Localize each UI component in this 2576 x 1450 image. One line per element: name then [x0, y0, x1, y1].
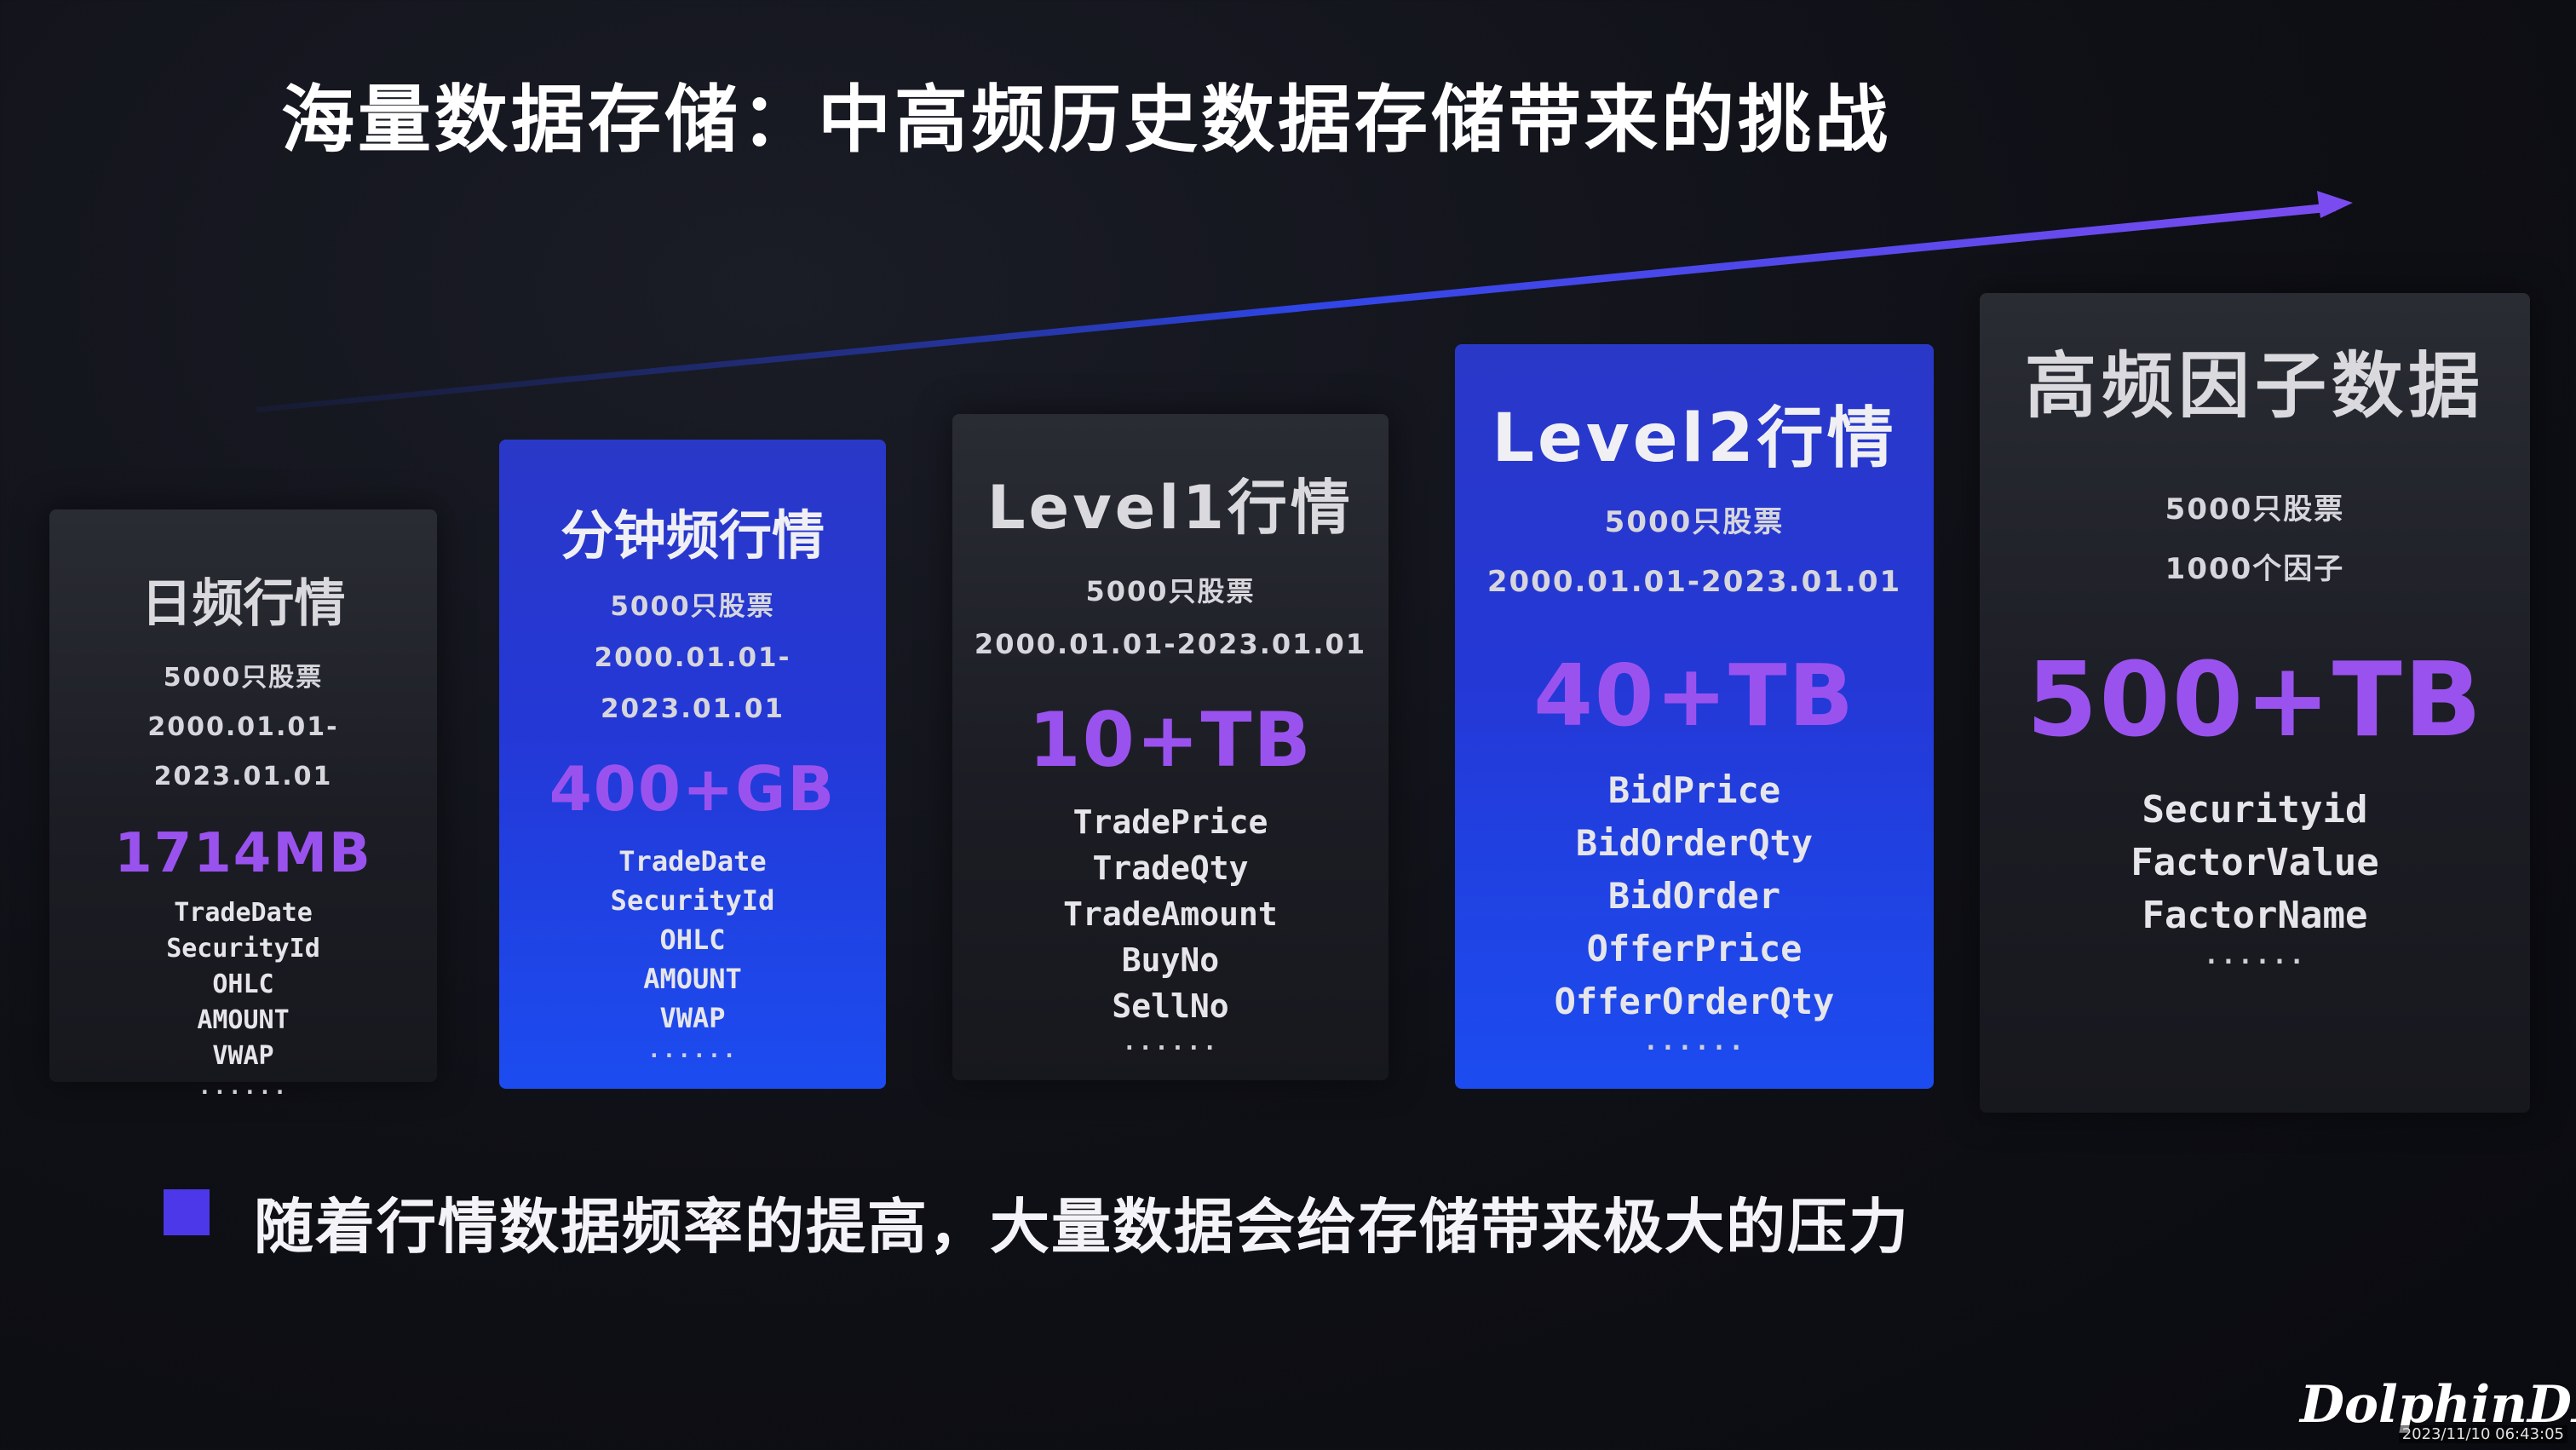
card-meta: 2023.01.01 [153, 762, 333, 791]
card-field: TradeQty [1092, 849, 1249, 887]
bullet-text: 随着行情数据频率的提高，大量数据会给存储带来极大的压力 [254, 1192, 1910, 1262]
card-meta: 5000只股票 [1085, 575, 1256, 607]
card-field: BidPrice [1607, 769, 1781, 811]
card-hf-factor-data: 高频因子数据 5000只股票 1000个因子 500+TB Securityid… [1980, 293, 2530, 1113]
card-title: 高频因子数据 [2024, 344, 2485, 428]
card-field: BidOrder [1607, 875, 1781, 917]
card-field: VWAP [212, 1041, 274, 1071]
card-meta: 5000只股票 [1604, 505, 1785, 539]
timestamp: 2023/11/10 06:43:05 [2398, 1425, 2567, 1443]
card-title: 日频行情 [141, 574, 346, 634]
card-more: ...... [1122, 1027, 1219, 1056]
card-field: AMOUNT [197, 1005, 290, 1035]
card-meta: 2023.01.01 [600, 693, 785, 724]
card-meta: 2000.01.01- [147, 712, 339, 742]
card-field: VWAP [659, 1002, 726, 1034]
card-field: OHLC [659, 924, 726, 956]
card-field: BuyNo [1121, 941, 1220, 979]
card-size: 40+TB [1533, 646, 1855, 745]
card-field: Securityid [2142, 788, 2368, 831]
card-minute-quotes: 分钟频行情 5000只股票 2000.01.01- 2023.01.01 400… [499, 440, 886, 1089]
card-field: AMOUNT [643, 963, 742, 995]
card-more: ...... [647, 1038, 738, 1063]
card-level2-quotes: Level2行情 5000只股票 2000.01.01-2023.01.01 4… [1455, 344, 1934, 1089]
card-field: TradeAmount [1063, 895, 1278, 933]
card-field: SellNo [1112, 987, 1229, 1025]
card-meta: 5000只股票 [163, 663, 324, 693]
card-more: ...... [1642, 1027, 1746, 1056]
card-field: FactorValue [2130, 841, 2379, 884]
card-field: TradeDate [174, 898, 313, 928]
card-field: BidOrderQty [1575, 822, 1814, 864]
card-size: 10+TB [1028, 696, 1313, 784]
card-level1-quotes: Level1行情 5000只股票 2000.01.01-2023.01.01 1… [952, 414, 1389, 1080]
card-size: 400+GB [549, 753, 837, 825]
card-meta: 2000.01.01- [594, 642, 791, 673]
card-meta: 1000个因子 [2165, 552, 2345, 586]
card-field: FactorName [2142, 894, 2368, 937]
card-field: OfferOrderQty [1554, 981, 1835, 1022]
card-title: Level1行情 [987, 473, 1354, 543]
card-field: TradeDate [618, 845, 767, 877]
card-daily-quotes: 日频行情 5000只股票 2000.01.01- 2023.01.01 1714… [49, 509, 437, 1100]
card-meta: 2000.01.01-2023.01.01 [974, 628, 1367, 660]
card-more: ...... [198, 1074, 289, 1100]
card-size: 1714MB [114, 822, 372, 885]
card-title: 分钟频行情 [560, 504, 825, 567]
bullet-square-icon [164, 1189, 210, 1235]
card-meta: 5000只股票 [2165, 492, 2345, 526]
card-size: 500+TB [2026, 642, 2484, 760]
card-title: Level2行情 [1492, 400, 1897, 477]
card-meta: 5000只股票 [610, 591, 775, 622]
card-field: SecurityId [610, 884, 775, 917]
card-field: OfferPrice [1586, 928, 1803, 970]
card-meta: 2000.01.01-2023.01.01 [1486, 565, 1902, 599]
card-more: ...... [2203, 941, 2307, 970]
card-field: TradePrice [1072, 803, 1268, 841]
trend-arrow-head [2317, 191, 2353, 218]
card-field: OHLC [212, 970, 274, 999]
card-field: SecurityId [166, 934, 320, 964]
